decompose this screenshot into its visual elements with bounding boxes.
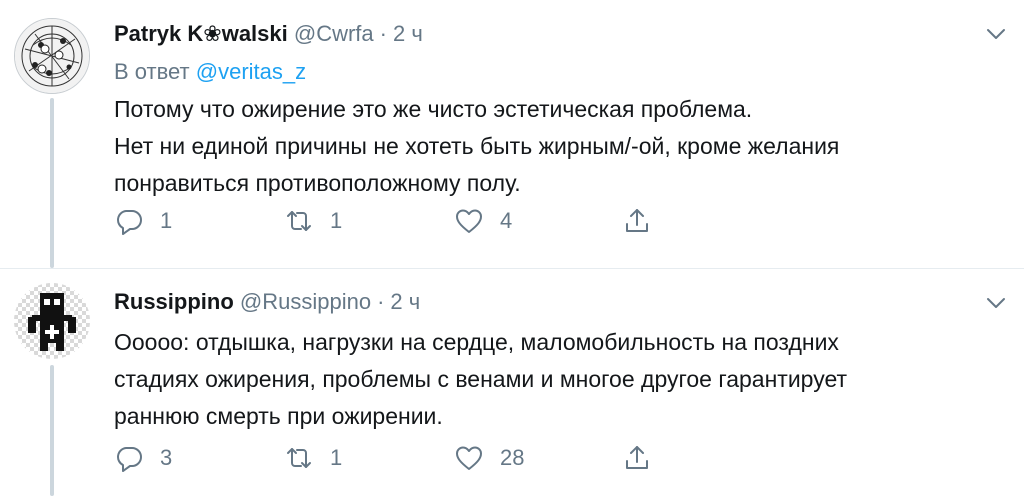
chevron-down-icon — [987, 298, 1005, 308]
like-count: 4 — [500, 208, 513, 233]
tweet-text-line: раннюю смерть при ожирении. — [114, 403, 443, 429]
reply-context: В ответ @veritas_z — [114, 58, 306, 86]
tweet-text-line: понравиться противоположному полу. — [114, 170, 521, 196]
retweet-count: 1 — [330, 208, 343, 233]
tweet-actions: 3 1 28 — [114, 440, 674, 476]
separator-dot: · — [377, 289, 385, 314]
tweet[interactable]: Patryk K❀walski @Cwrfa · 2 ч В ответ @veri… — [0, 0, 1024, 269]
like-count: 28 — [500, 445, 525, 470]
share-button[interactable] — [622, 440, 652, 476]
share-icon — [626, 209, 648, 232]
reply-count: 3 — [160, 445, 173, 470]
timestamp[interactable]: 2 ч — [393, 21, 423, 46]
tweet-actions: 1 1 4 — [114, 203, 674, 239]
reply-prefix: В ответ — [114, 59, 190, 84]
reply-icon — [117, 447, 142, 472]
tweet-header: Russippino @Russippino · 2 ч — [114, 288, 420, 316]
like-button[interactable]: 4 — [454, 203, 512, 239]
reply-mention-link[interactable]: @veritas_z — [196, 59, 306, 84]
avatar-image — [15, 19, 89, 93]
retweet-count: 1 — [330, 445, 343, 470]
avatar[interactable] — [14, 18, 90, 94]
retweet-button[interactable]: 1 — [284, 203, 342, 239]
display-name[interactable]: Russippino — [114, 289, 234, 314]
separator-dot: · — [379, 21, 387, 46]
retweet-icon — [287, 211, 311, 231]
more-menu-button[interactable] — [984, 22, 1008, 46]
tweet-text: Потому что ожирение это же чисто эстетич… — [114, 91, 994, 202]
share-icon — [626, 446, 648, 469]
tweet-text: Ооооо: отдышка, нагрузки на сердце, мало… — [114, 324, 994, 435]
display-name[interactable]: Patryk K❀walski — [114, 21, 288, 46]
avatar[interactable] — [14, 283, 90, 359]
avatar-image — [14, 283, 90, 359]
tweet-header: Patryk K❀walski @Cwrfa · 2 ч — [114, 20, 423, 48]
heart-icon — [456, 209, 482, 233]
tweet-text-line: Потому что ожирение это же чисто эстетич… — [114, 96, 753, 122]
reply-button[interactable]: 1 — [114, 203, 172, 239]
thread-line — [50, 98, 54, 268]
reply-icon — [117, 210, 142, 235]
retweet-button[interactable]: 1 — [284, 440, 342, 476]
timestamp[interactable]: 2 ч — [390, 289, 420, 314]
like-button[interactable]: 28 — [454, 440, 524, 476]
user-handle[interactable]: @Russippino — [240, 289, 371, 314]
thread-line — [50, 365, 54, 496]
share-button[interactable] — [622, 203, 652, 239]
chevron-down-icon — [987, 29, 1005, 39]
heart-icon — [456, 446, 482, 470]
reply-button[interactable]: 3 — [114, 440, 172, 476]
reply-count: 1 — [160, 208, 173, 233]
retweet-icon — [287, 448, 311, 468]
more-menu-button[interactable] — [984, 291, 1008, 315]
tweet-text-line: стадиях ожирения, проблемы с венами и мн… — [114, 366, 848, 392]
tweet[interactable]: Russippino @Russippino · 2 ч Ооооо: отдышк… — [0, 269, 1024, 496]
user-handle[interactable]: @Cwrfa — [294, 21, 374, 46]
tweet-text-line: Ооооо: отдышка, нагрузки на сердце, мало… — [114, 329, 839, 355]
tweet-text-line: Нет ни единой причины не хотеть быть жир… — [114, 133, 840, 159]
